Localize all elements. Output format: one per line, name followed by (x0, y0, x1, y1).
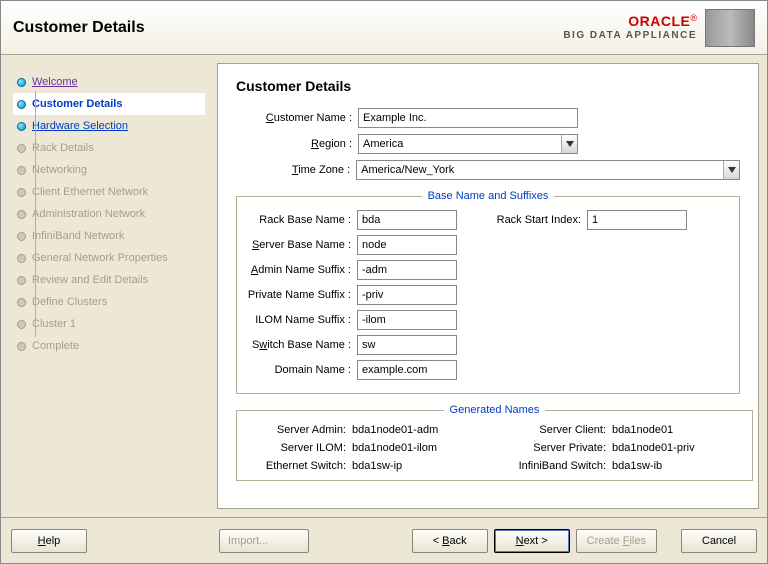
gen-server-ilom-label: Server ILOM: (247, 442, 352, 454)
generated-names-fieldset: Generated Names Server Admin: bda1node01… (236, 404, 753, 481)
server-base-input[interactable] (357, 235, 457, 255)
appliance-image (705, 9, 755, 47)
step-bullet-icon (17, 122, 26, 131)
back-button[interactable]: < Back (412, 529, 488, 553)
private-suffix-input[interactable] (357, 285, 457, 305)
server-base-label: Server Base Name : (247, 239, 357, 251)
wizard-step-2[interactable]: Hardware Selection (13, 115, 205, 137)
wizard-step-4: Networking (13, 159, 205, 181)
help-button[interactable]: Help (11, 529, 87, 553)
step-bullet-icon (17, 210, 26, 219)
admin-suffix-label: Admin Name Suffix : (247, 264, 357, 276)
step-bullet-icon (17, 298, 26, 307)
gen-ib-switch-label: InfiniBand Switch: (492, 460, 612, 472)
base-names-fieldset: Base Name and Suffixes Rack Base Name : … (236, 190, 740, 394)
step-label: Review and Edit Details (32, 274, 148, 286)
wizard-step-11: Cluster 1 (13, 313, 205, 335)
switch-base-input[interactable] (357, 335, 457, 355)
wizard-steps-sidebar: Welcome Customer Details Hardware Selectio… (9, 63, 209, 509)
wizard-step-5: Client Ethernet Network (13, 181, 205, 203)
main-title: Customer Details (236, 78, 740, 94)
wizard-step-12: Complete (13, 335, 205, 357)
chevron-down-icon (561, 135, 577, 153)
generated-names-legend: Generated Names (444, 404, 546, 416)
wizard-step-10: Define Clusters (13, 291, 205, 313)
step-label: Complete (32, 340, 79, 352)
step-bullet-icon (17, 100, 26, 109)
step-label: General Network Properties (32, 252, 168, 264)
cancel-button[interactable]: Cancel (681, 529, 757, 553)
base-names-legend: Base Name and Suffixes (422, 190, 555, 202)
gen-server-private-value: bda1node01-priv (612, 442, 742, 454)
step-label: Welcome (32, 76, 78, 88)
private-suffix-label: Private Name Suffix : (247, 289, 357, 301)
step-bullet-icon (17, 232, 26, 241)
rack-start-input[interactable] (587, 210, 687, 230)
ilom-suffix-input[interactable] (357, 310, 457, 330)
wizard-step-8: General Network Properties (13, 247, 205, 269)
step-bullet-icon (17, 188, 26, 197)
brand: ORACLE® BIG DATA APPLIANCE (563, 9, 755, 47)
gen-server-admin-label: Server Admin: (247, 424, 352, 436)
customer-name-input[interactable] (358, 108, 578, 128)
rack-start-label: Rack Start Index: (477, 214, 587, 226)
rack-base-label: Rack Base Name : (247, 214, 357, 226)
import-button[interactable]: Import... (219, 529, 309, 553)
footer: Help Import... < Back Next > Create File… (1, 517, 767, 563)
wizard-step-0[interactable]: Welcome (13, 71, 205, 93)
main-panel: Customer Details Customer Name : Region … (217, 63, 759, 509)
wizard-step-1: Customer Details (13, 93, 205, 115)
brand-subtitle: BIG DATA APPLIANCE (563, 30, 697, 41)
wizard-window: Customer Details ORACLE® BIG DATA APPLIA… (0, 0, 768, 564)
region-combo[interactable]: America (358, 134, 578, 154)
wizard-step-9: Review and Edit Details (13, 269, 205, 291)
wizard-step-3: Rack Details (13, 137, 205, 159)
ilom-suffix-label: ILOM Name Suffix : (247, 314, 357, 326)
create-files-button[interactable]: Create Files (576, 529, 657, 553)
domain-input[interactable] (357, 360, 457, 380)
gen-eth-switch-label: Ethernet Switch: (247, 460, 352, 472)
switch-base-label: Switch Base Name : (247, 339, 357, 351)
wizard-step-7: InfiniBand Network (13, 225, 205, 247)
gen-server-private-label: Server Private: (492, 442, 612, 454)
step-label: Define Clusters (32, 296, 107, 308)
step-bullet-icon (17, 78, 26, 87)
step-label: InfiniBand Network (32, 230, 124, 242)
wizard-step-6: Administration Network (13, 203, 205, 225)
step-bullet-icon (17, 320, 26, 329)
chevron-down-icon (723, 161, 739, 179)
step-label: Networking (32, 164, 87, 176)
step-label: Administration Network (32, 208, 145, 220)
domain-label: Domain Name : (247, 364, 357, 376)
timezone-combo[interactable]: America/New_York (356, 160, 740, 180)
next-button[interactable]: Next > (494, 529, 570, 553)
step-bullet-icon (17, 342, 26, 351)
rack-base-input[interactable] (357, 210, 457, 230)
customer-name-label: Customer Name : (236, 112, 358, 124)
gen-server-client-label: Server Client: (492, 424, 612, 436)
page-title: Customer Details (13, 19, 145, 37)
header: Customer Details ORACLE® BIG DATA APPLIA… (1, 1, 767, 55)
gen-server-admin-value: bda1node01-adm (352, 424, 492, 436)
region-label: Region : (236, 138, 358, 150)
step-label: Customer Details (32, 98, 122, 110)
step-bullet-icon (17, 144, 26, 153)
timezone-label: Time Zone : (236, 164, 356, 176)
step-bullet-icon (17, 166, 26, 175)
gen-ib-switch-value: bda1sw-ib (612, 460, 742, 472)
gen-eth-switch-value: bda1sw-ip (352, 460, 492, 472)
step-label: Hardware Selection (32, 120, 128, 132)
step-bullet-icon (17, 254, 26, 263)
admin-suffix-input[interactable] (357, 260, 457, 280)
gen-server-client-value: bda1node01 (612, 424, 742, 436)
step-label: Client Ethernet Network (32, 186, 148, 198)
step-label: Rack Details (32, 142, 94, 154)
step-bullet-icon (17, 276, 26, 285)
step-label: Cluster 1 (32, 318, 76, 330)
gen-server-ilom-value: bda1node01-ilom (352, 442, 492, 454)
brand-oracle: ORACLE (628, 13, 690, 29)
